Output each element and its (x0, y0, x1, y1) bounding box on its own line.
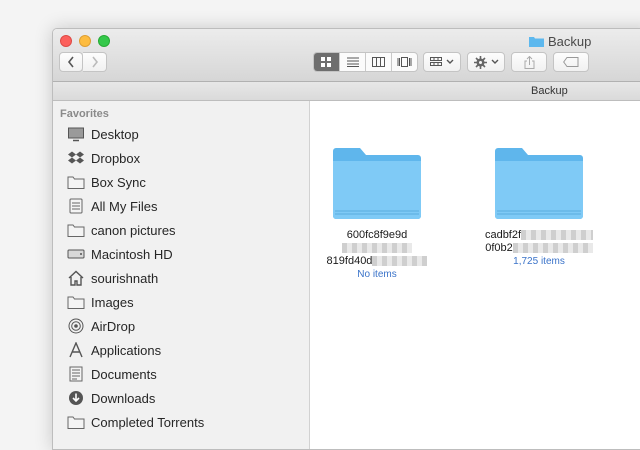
path-bar: Backup (53, 82, 640, 101)
tags-button[interactable] (553, 52, 589, 72)
sidebar-item-label: All My Files (91, 198, 158, 214)
sidebar-item-desktop[interactable]: Desktop (67, 123, 139, 145)
documents-icon (69, 366, 83, 382)
folder-item[interactable]: cadbf2f 0f0b2 1,725 items (474, 147, 604, 267)
path-bar-title: Backup (531, 85, 568, 97)
sidebar-item-downloads[interactable]: Downloads (67, 387, 155, 409)
share-button[interactable] (511, 52, 547, 72)
sidebar-item-images[interactable]: Images (67, 291, 134, 313)
title-bar: Backup (53, 29, 640, 82)
folder-icon (67, 416, 85, 429)
gear-icon (473, 55, 487, 69)
folder-item-count: 1,725 items (513, 256, 565, 267)
sidebar-item-label: Applications (91, 342, 162, 358)
sidebar-item-label: Completed Torrents (91, 414, 205, 430)
sidebar-item-label: Box Sync (91, 174, 146, 190)
folder-icon (495, 148, 583, 219)
icon-view-button[interactable] (314, 53, 340, 71)
all-files-icon (69, 198, 83, 214)
redacted-text (342, 243, 412, 254)
applications-icon (69, 342, 83, 358)
sidebar-item-label: Downloads (91, 390, 156, 406)
folder-icon (67, 176, 85, 189)
folder-name: 600fc8f9e9d 819fd40d (312, 229, 442, 268)
list-icon (346, 57, 359, 67)
arrange-grid-icon (430, 57, 442, 66)
close-button[interactable] (60, 35, 72, 47)
share-icon (524, 55, 534, 69)
sidebar-item-canon-pictures[interactable]: canon pictures (67, 219, 176, 241)
chevron-down-icon (446, 59, 454, 64)
arrange-button[interactable] (423, 52, 461, 72)
view-mode-control (313, 52, 418, 72)
sidebar-item-documents[interactable]: Documents (67, 363, 157, 385)
chevron-left-icon (67, 56, 74, 68)
folder-icon (67, 224, 85, 237)
window-title: Backup (529, 32, 591, 50)
zoom-button[interactable] (98, 35, 110, 47)
sidebar-item-label: sourishnath (91, 270, 159, 286)
folder-item[interactable]: 600fc8f9e9d 819fd40d No items (312, 147, 442, 280)
cover-flow-icon (397, 57, 412, 67)
folder-icon (529, 37, 544, 47)
sidebar-item-airdrop[interactable]: AirDrop (67, 315, 135, 337)
redacted-text (372, 256, 428, 267)
sidebar-item-label: Documents (91, 366, 157, 382)
sidebar-item-macintosh-hd[interactable]: Macintosh HD (67, 243, 173, 265)
sidebar-item-all-my-files[interactable]: All My Files (67, 195, 157, 217)
sidebar-item-label: Images (91, 294, 134, 310)
forward-button[interactable] (83, 52, 107, 72)
minimize-button[interactable] (79, 35, 91, 47)
sidebar-item-label: Macintosh HD (91, 246, 173, 262)
sidebar-item-label: Desktop (91, 126, 139, 142)
sidebar: Favorites Desktop Dropbox Box Sync All M… (53, 101, 310, 449)
grid-icon (321, 56, 331, 67)
redacted-text (521, 230, 594, 241)
file-browser: 600fc8f9e9d 819fd40d No items cadbf2f 0f… (310, 101, 640, 449)
hard-drive-icon (67, 249, 85, 259)
sidebar-item-label: canon pictures (91, 222, 176, 238)
desktop-icon (68, 127, 84, 142)
sidebar-item-sourishnath[interactable]: sourishnath (67, 267, 158, 289)
sidebar-item-label: AirDrop (91, 318, 136, 334)
sidebar-heading: Favorites (60, 108, 109, 120)
downloads-icon (69, 391, 83, 405)
airdrop-icon (68, 318, 84, 334)
chevron-right-icon (91, 56, 98, 68)
folder-name: cadbf2f 0f0b2 (474, 229, 604, 255)
folder-item-count: No items (357, 269, 397, 280)
sidebar-item-label: Dropbox (91, 150, 141, 166)
sidebar-item-dropbox[interactable]: Dropbox (67, 147, 140, 169)
chevron-down-icon (491, 59, 498, 64)
finder-window: Backup Backup Favorites Desktop Dropbox … (52, 28, 640, 450)
cover-flow-view-button[interactable] (392, 53, 417, 71)
tag-icon (563, 57, 579, 67)
dropbox-icon (68, 151, 84, 164)
home-icon (68, 270, 84, 286)
sidebar-item-applications[interactable]: Applications (67, 339, 161, 361)
sidebar-item-box-sync[interactable]: Box Sync (67, 171, 146, 193)
column-view-button[interactable] (366, 53, 392, 71)
redacted-text (512, 243, 593, 254)
action-button[interactable] (467, 52, 505, 72)
back-button[interactable] (59, 52, 83, 72)
list-view-button[interactable] (340, 53, 366, 71)
window-title-text: Backup (548, 33, 592, 49)
folder-icon (333, 148, 421, 219)
folder-icon (67, 296, 85, 309)
sidebar-item-completed-torrents[interactable]: Completed Torrents (67, 411, 204, 433)
columns-icon (372, 57, 385, 67)
